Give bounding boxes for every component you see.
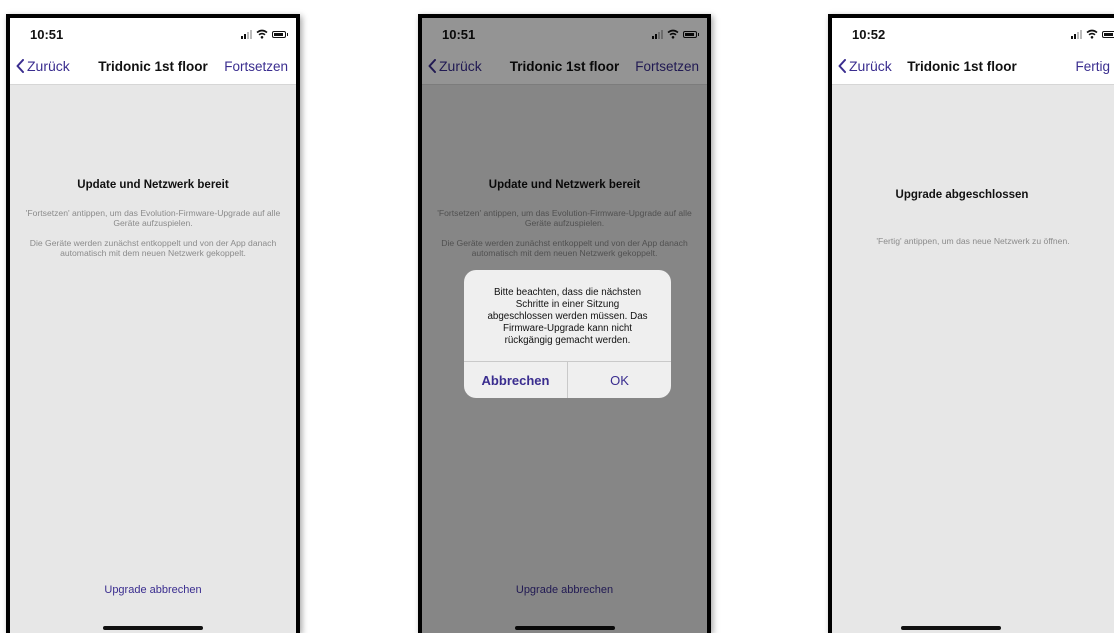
chevron-left-icon	[16, 59, 24, 73]
app-screen: 10:52 Zurück Tridonic 1st floor Fertig U…	[832, 18, 1114, 633]
alert-cancel-button[interactable]: Abbrechen	[464, 362, 568, 398]
status-bar: 10:51	[10, 18, 296, 48]
continue-button[interactable]: Fortsetzen	[224, 59, 288, 74]
alert-message: Bitte beachten, dass die nächsten Schrit…	[487, 287, 648, 346]
signal-icon	[1071, 29, 1082, 39]
back-button[interactable]: Zurück	[838, 58, 892, 74]
battery-icon	[272, 30, 288, 38]
wifi-icon	[256, 29, 268, 39]
back-label: Zurück	[849, 58, 892, 74]
navigation-bar: Zurück Tridonic 1st floor Fortsetzen	[10, 48, 296, 85]
back-label: Zurück	[27, 58, 70, 74]
app-screen: 10:51 Zurück Tridonic 1st floor Fortsetz…	[422, 18, 707, 633]
alert-buttons: Abbrechen OK	[464, 361, 671, 398]
instruction-text: 'Fortsetzen' antippen, um das Evolution-…	[25, 208, 281, 228]
status-bar: 10:52	[832, 18, 1114, 48]
phone-screenshot-3: 10:52 Zurück Tridonic 1st floor Fertig U…	[828, 14, 1114, 633]
chevron-left-icon	[838, 59, 846, 73]
home-indicator	[901, 626, 1001, 630]
status-icons	[1071, 29, 1114, 39]
status-icons	[241, 29, 288, 39]
phone-screenshot-2: 10:51 Zurück Tridonic 1st floor Fortsetz…	[418, 14, 711, 633]
signal-icon	[241, 29, 252, 39]
battery-icon	[1102, 30, 1114, 38]
alert-ok-button[interactable]: OK	[568, 362, 671, 398]
status-time: 10:52	[852, 27, 886, 42]
status-time: 10:51	[30, 27, 64, 42]
back-button[interactable]: Zurück	[16, 58, 70, 74]
home-indicator	[103, 626, 203, 630]
info-text: Die Geräte werden zunächst entkoppelt un…	[29, 238, 277, 258]
cancel-upgrade-link[interactable]: Upgrade abbrechen	[10, 584, 296, 596]
instruction-text: 'Fertig' antippen, um das neue Netzwerk …	[876, 236, 1070, 246]
wifi-icon	[1086, 29, 1098, 39]
done-button[interactable]: Fertig	[1075, 59, 1110, 74]
page-heading: Upgrade abgeschlossen	[895, 189, 1029, 201]
phone-screenshot-1: 10:51 Zurück Tridonic 1st floor Fortsetz…	[6, 14, 300, 633]
page-heading: Update und Netzwerk bereit	[77, 179, 229, 191]
navigation-bar: Zurück Tridonic 1st floor Fertig	[832, 48, 1114, 85]
confirmation-alert: Bitte beachten, dass die nächsten Schrit…	[464, 270, 671, 398]
app-screen: 10:51 Zurück Tridonic 1st floor Fortsetz…	[10, 18, 296, 633]
